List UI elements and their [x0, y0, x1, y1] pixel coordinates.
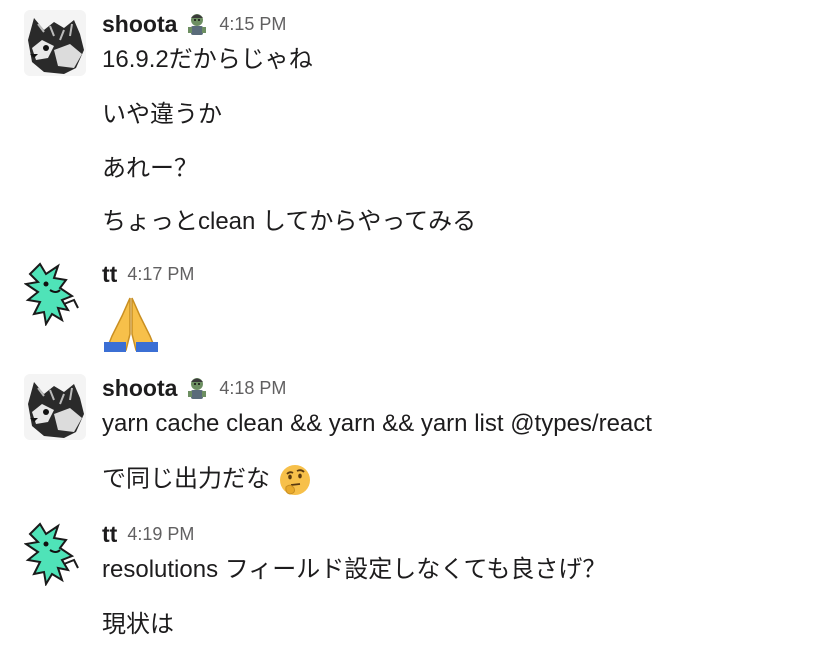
username[interactable]: tt [102, 261, 117, 288]
timestamp[interactable]: 4:15 PM [219, 14, 286, 35]
avatar[interactable] [24, 520, 86, 586]
message-text: いや違うか [102, 101, 222, 128]
message-header: tt 4:17 PM [102, 260, 194, 288]
message-text: ちょっとclean してからやってみる [102, 208, 477, 235]
avatar[interactable] [24, 260, 86, 326]
message-header: shoota 4:15 PM [102, 10, 286, 38]
message-text: 現状は [102, 611, 174, 638]
avatar[interactable] [24, 10, 86, 76]
zombie-status-icon [185, 376, 209, 400]
message-text: resolutions フィールド設定しなくても良さげ？ [102, 556, 607, 583]
timestamp[interactable]: 4:19 PM [127, 524, 194, 545]
message-header: tt 4:19 PM [102, 520, 194, 548]
message-text: あれー？ [102, 155, 198, 182]
timestamp[interactable]: 4:17 PM [127, 264, 194, 285]
chat-message-list: shoota 4:15 PM 16.9.2だからじゃね いや違うか あれー？ ち… [0, 0, 826, 650]
folded-hands-emoji-icon [102, 294, 160, 352]
thinking-face-emoji-icon [278, 463, 312, 497]
username[interactable]: shoota [102, 375, 177, 402]
username[interactable]: tt [102, 521, 117, 548]
username[interactable]: shoota [102, 11, 177, 38]
message-text: 16.9.2だからじゃね [102, 46, 313, 73]
message-header: shoota 4:18 PM [102, 374, 286, 402]
zombie-status-icon [185, 12, 209, 36]
message-text-with-emoji: で同じ出力だな [102, 463, 312, 497]
message-text: で同じ出力だな [102, 465, 270, 493]
timestamp[interactable]: 4:18 PM [219, 378, 286, 399]
message-text: yarn cache clean && yarn && yarn list @t… [102, 410, 652, 437]
avatar[interactable] [24, 374, 86, 440]
